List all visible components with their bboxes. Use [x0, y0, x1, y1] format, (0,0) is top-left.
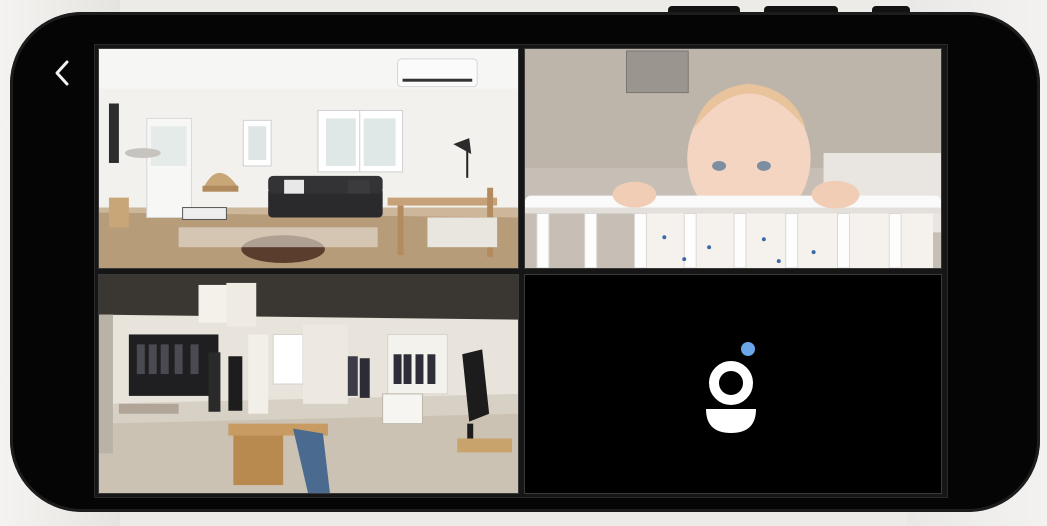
- camera-slot-empty[interactable]: [524, 274, 942, 494]
- clothing-store-scene: [99, 275, 518, 493]
- back-button[interactable]: [50, 58, 76, 88]
- camera-feed-clothing-store[interactable]: [98, 274, 519, 494]
- camera-feed-nursery[interactable]: [524, 48, 942, 269]
- app-logo-icon: [706, 342, 756, 433]
- camera-grid: [94, 44, 948, 498]
- nursery-scene: [525, 49, 941, 268]
- chevron-left-icon: [55, 60, 69, 86]
- living-room-scene: [99, 49, 518, 268]
- camera-feed-living-room[interactable]: [98, 48, 519, 269]
- phone-frame: [10, 12, 1040, 512]
